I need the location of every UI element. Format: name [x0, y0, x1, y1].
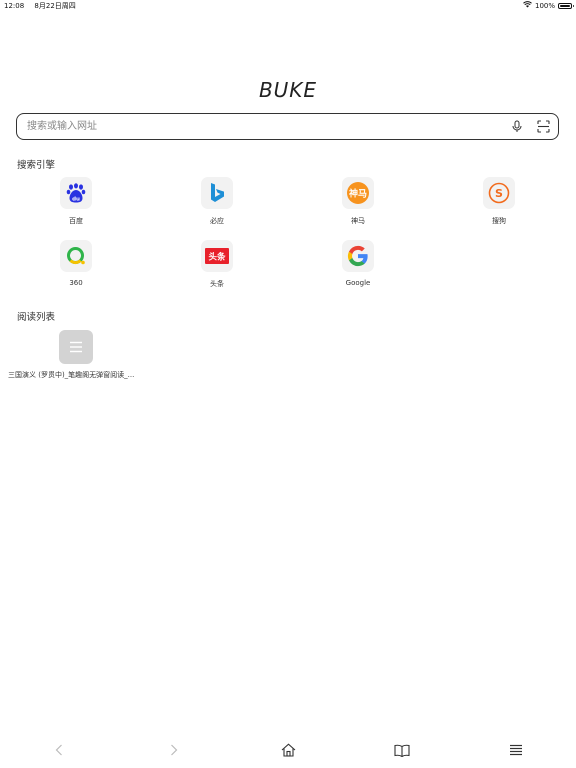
bing-icon [201, 177, 233, 209]
engine-label-360: 360 [69, 279, 83, 287]
engine-shenma[interactable]: 神马 神马 [313, 177, 403, 226]
home-icon[interactable] [276, 738, 300, 762]
forward-icon[interactable] [162, 738, 186, 762]
engine-bing[interactable]: 必应 [172, 177, 262, 226]
engine-label-shenma: 神马 [351, 217, 365, 225]
sogou-icon: S [483, 177, 515, 209]
svg-text:S: S [495, 187, 503, 200]
engine-label-bing: 必应 [210, 217, 224, 225]
status-left: 12:08 8月22日周四 [4, 0, 84, 12]
reading-list-item[interactable]: 三国演义 (罗贯中)_笔趣阁无弹窗阅读_... [8, 330, 158, 380]
engine-sogou[interactable]: S 搜狗 [454, 177, 544, 226]
search-engines-title: 搜索引擎 [17, 160, 56, 171]
status-time: 12:08 [4, 2, 25, 10]
svg-text:du: du [72, 197, 80, 203]
status-date: 8月22日周四 [34, 2, 76, 10]
search-input[interactable] [17, 113, 506, 140]
browser-screen: 12:08 8月22日周四 100% BUKE 搜索引擎 [0, 0, 576, 768]
battery-fill [560, 5, 570, 7]
list-icon [59, 330, 93, 364]
svg-text:头条: 头条 [208, 252, 226, 263]
engine-label-toutiao: 头条 [210, 280, 224, 288]
engine-toutiao[interactable]: 头条 头条 [172, 240, 262, 289]
reading-list-title: 阅读列表 [17, 312, 56, 323]
back-icon[interactable] [47, 738, 71, 762]
search-box[interactable] [16, 113, 559, 140]
status-right: 100% [523, 0, 574, 12]
bottom-toolbar [0, 732, 576, 768]
reading-item-label: 三国演义 (罗贯中)_笔趣阁无弹窗阅读_... [8, 371, 135, 379]
engine-360[interactable]: 360 [31, 240, 121, 287]
scan-icon[interactable] [532, 116, 554, 138]
engine-label-baidu: 百度 [69, 217, 83, 225]
browser-brand-title: BUKE [258, 78, 318, 102]
engine-baidu[interactable]: du 百度 [31, 177, 121, 226]
google-icon [342, 240, 374, 272]
svg-text:神马: 神马 [349, 188, 367, 200]
book-icon[interactable] [390, 738, 414, 762]
battery-icon [558, 3, 574, 9]
microphone-icon[interactable] [506, 116, 528, 138]
360-icon [60, 240, 92, 272]
shenma-icon: 神马 [342, 177, 374, 209]
status-bar: 12:08 8月22日周四 100% [0, 0, 576, 12]
baidu-icon: du [60, 177, 92, 209]
engine-google[interactable]: Google [313, 240, 403, 287]
engine-label-google: Google [345, 279, 371, 287]
menu-icon[interactable] [504, 738, 528, 762]
battery-percent: 100% [534, 2, 555, 10]
engine-label-sogou: 搜狗 [492, 217, 506, 225]
wifi-icon [523, 0, 532, 12]
toutiao-icon: 头条 [201, 240, 233, 272]
